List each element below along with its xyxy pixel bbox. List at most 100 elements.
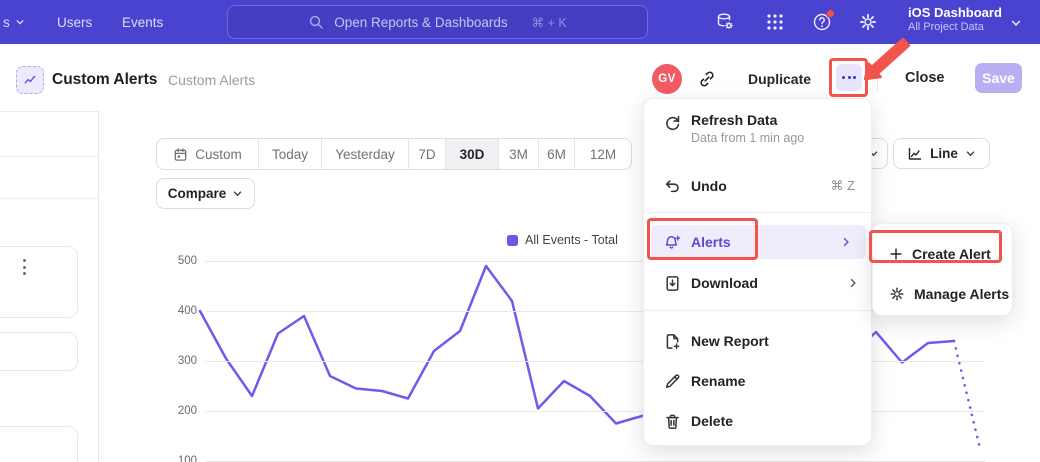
range-button-30d[interactable]: 30D (445, 139, 498, 169)
settings-icon[interactable] (858, 12, 878, 32)
menu-item-rename[interactable]: Rename (644, 361, 873, 401)
menu-rename-label: Rename (691, 373, 745, 389)
plus-icon (889, 247, 903, 261)
report-header: Custom Alerts Custom Alerts GV Duplicate… (0, 44, 1040, 111)
calendar-icon (173, 147, 188, 162)
download-icon (664, 275, 681, 292)
app-root: s Users Events Open Reports & Dashboards… (0, 0, 1040, 462)
menu-delete-label: Delete (691, 413, 733, 429)
menu-download-label: Download (691, 275, 758, 291)
legend-item[interactable]: All Events - Total (507, 233, 618, 247)
create-alert-label: Create Alert (912, 246, 991, 262)
top-nav: s Users Events Open Reports & Dashboards… (0, 0, 1040, 44)
menu-undo-label: Undo (691, 178, 727, 194)
chevron-right-icon (847, 277, 859, 289)
undo-icon (664, 178, 681, 195)
range-label: 30D (460, 147, 485, 162)
report-icon (16, 66, 44, 94)
range-button-today[interactable]: Today (258, 139, 321, 169)
kebab-icon[interactable] (23, 259, 26, 275)
breadcrumb: Custom Alerts (168, 72, 255, 88)
close-button[interactable]: Close (905, 70, 945, 86)
range-label: 12M (590, 147, 616, 162)
menu-item-alerts[interactable]: Alerts (651, 225, 866, 259)
range-button-12m[interactable]: 12M (574, 139, 631, 169)
menu-item-undo[interactable]: Undo ⌘ Z (644, 166, 873, 206)
range-label: Custom (195, 147, 242, 162)
range-button-7d[interactable]: 7D (408, 139, 445, 169)
legend-label: All Events - Total (525, 233, 618, 247)
range-button-3m[interactable]: 3M (498, 139, 538, 169)
search-shortcut: ⌘ + K (532, 15, 567, 30)
chart-type-label: Line (930, 146, 958, 161)
left-panel (0, 111, 99, 462)
chevron-down-icon (232, 188, 243, 199)
range-label: 6M (547, 147, 566, 162)
menu-item-refresh-data[interactable]: Refresh Data Data from 1 min ago (644, 112, 873, 158)
duplicate-button[interactable]: Duplicate (748, 71, 811, 87)
range-label: Yesterday (335, 147, 395, 162)
chevron-down-icon (1010, 17, 1022, 29)
nav-partial-label: s (3, 15, 10, 30)
date-range-segmented-control: Custom Today Yesterday 7D 30D 3M 6M 12M (156, 138, 632, 170)
help-icon[interactable] (812, 12, 832, 32)
line-chart-icon (907, 146, 923, 162)
y-axis-tick-label: 300 (163, 355, 197, 367)
range-button-6m[interactable]: 6M (538, 139, 574, 169)
menu-refresh-label: Refresh Data (691, 112, 804, 128)
new-report-icon (664, 333, 681, 350)
report-actions-menu: Refresh Data Data from 1 min ago Undo ⌘ … (643, 98, 872, 446)
manage-alerts-label: Manage Alerts (914, 286, 1009, 302)
page-title: Custom Alerts (52, 71, 157, 89)
nav-item-partial[interactable]: s (3, 0, 25, 44)
header-divider (877, 67, 878, 92)
panel-card (0, 332, 78, 371)
alerts-submenu: Create Alert Manage Alerts (872, 223, 1013, 316)
y-axis-tick-label: 100 (163, 455, 197, 462)
chevron-down-icon (15, 17, 25, 27)
menu-new-report-label: New Report (691, 333, 769, 349)
notification-badge (826, 9, 835, 18)
chevron-down-icon (965, 148, 976, 159)
menu-alerts-label: Alerts (691, 234, 731, 250)
compare-label: Compare (168, 186, 227, 201)
menu-undo-shortcut: ⌘ Z (830, 178, 855, 194)
menu-refresh-status: Data from 1 min ago (691, 131, 804, 145)
search-placeholder: Open Reports & Dashboards (334, 15, 507, 30)
search-input[interactable]: Open Reports & Dashboards ⌘ + K (227, 5, 648, 39)
range-button-custom[interactable]: Custom (157, 139, 258, 169)
nav-item-events[interactable]: Events (122, 0, 163, 44)
delete-icon (664, 413, 681, 430)
nav-users-label: Users (57, 15, 92, 30)
rename-icon (664, 373, 681, 390)
gear-icon (889, 286, 905, 302)
range-label: Today (272, 147, 308, 162)
menu-item-delete[interactable]: Delete (644, 401, 873, 441)
legend-swatch (507, 235, 518, 246)
nav-events-label: Events (122, 15, 163, 30)
more-button[interactable] (836, 64, 862, 91)
submenu-item-manage-alerts[interactable]: Manage Alerts (873, 274, 1014, 314)
link-icon[interactable] (697, 69, 717, 89)
range-label: 3M (509, 147, 528, 162)
search-icon (308, 14, 324, 30)
panel-card (0, 246, 78, 318)
range-button-yesterday[interactable]: Yesterday (321, 139, 408, 169)
refresh-icon (664, 115, 681, 132)
y-axis-tick-label: 400 (163, 305, 197, 317)
menu-item-download[interactable]: Download (644, 263, 873, 303)
y-axis-tick-label: 500 (163, 255, 197, 267)
alerts-icon (664, 234, 681, 251)
menu-item-new-report[interactable]: New Report (644, 321, 873, 361)
nav-item-users[interactable]: Users (57, 0, 92, 44)
compare-button[interactable]: Compare (156, 178, 255, 209)
chart-type-button[interactable]: Line (893, 138, 990, 169)
avatar[interactable]: GV (652, 64, 682, 94)
range-label: 7D (418, 147, 435, 162)
save-button[interactable]: Save (975, 63, 1022, 93)
chevron-right-icon (840, 236, 852, 248)
apps-grid-icon[interactable] (765, 12, 785, 32)
y-axis-tick-label: 200 (163, 405, 197, 417)
submenu-item-create-alert[interactable]: Create Alert (873, 234, 1014, 274)
data-gear-icon[interactable] (715, 12, 735, 32)
